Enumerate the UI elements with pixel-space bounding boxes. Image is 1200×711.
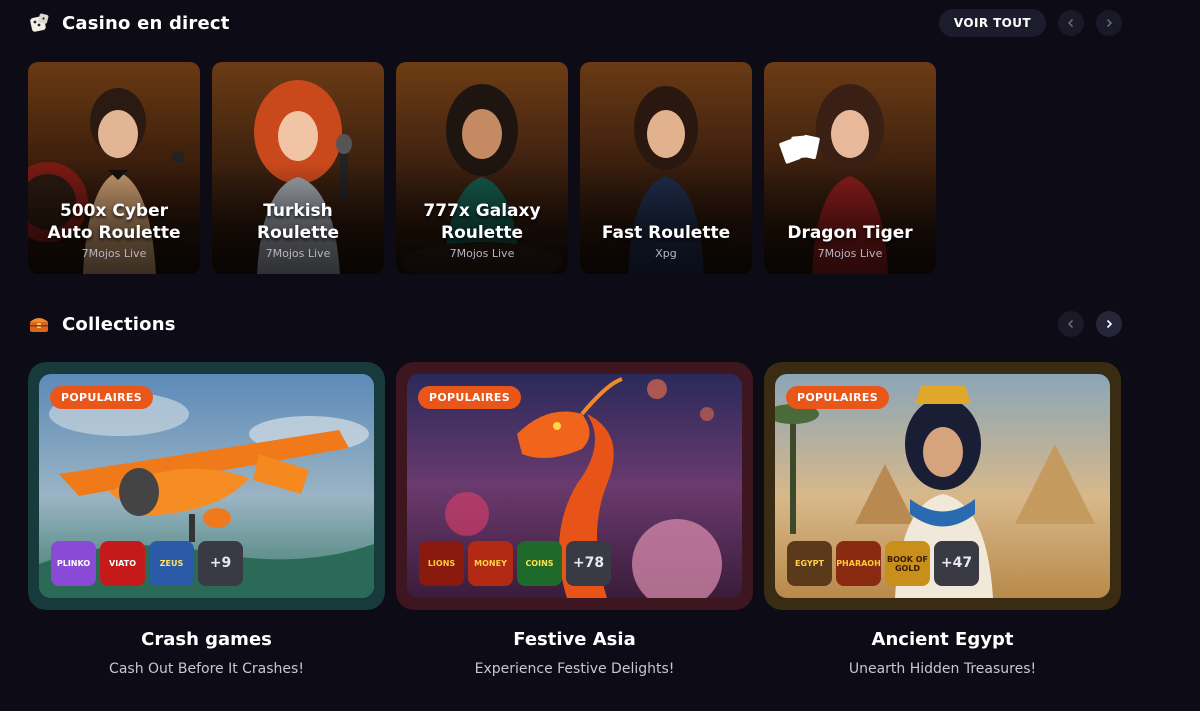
more-count[interactable]: +78 <box>566 541 611 586</box>
collection-subtitle: Cash Out Before It Crashes! <box>109 661 304 677</box>
game-name: Fast Roulette <box>601 223 731 243</box>
game-thumb[interactable]: PHARAOH <box>836 541 881 586</box>
chevron-left-icon <box>1067 319 1074 329</box>
game-name: Roulette <box>440 223 523 243</box>
popular-badge: POPULAIRES <box>50 386 153 409</box>
collection-thumbs: LIONS MONEY COINS +78 <box>419 541 611 586</box>
live-game-card[interactable]: Turkish Roulette 7Mojos Live <box>212 62 384 274</box>
live-game-card[interactable]: Dragon Tiger 7Mojos Live <box>764 62 936 274</box>
more-count[interactable]: +47 <box>934 541 979 586</box>
collection-subtitle: Experience Festive Delights! <box>474 661 675 677</box>
section-title: Casino en direct <box>62 12 230 34</box>
treasure-chest-icon <box>28 313 50 335</box>
collection-title: Festive Asia <box>513 629 636 650</box>
game-provider: 7Mojos Live <box>817 247 883 260</box>
live-game-card[interactable]: Fast Roulette Xpg <box>580 62 752 274</box>
live-game-card[interactable]: 500x Cyber Auto Roulette 7Mojos Live <box>28 62 200 274</box>
game-thumb[interactable]: PLINKO <box>51 541 96 586</box>
section-title: Collections <box>62 313 176 335</box>
chevron-right-icon <box>1106 319 1113 329</box>
more-count[interactable]: +9 <box>198 541 243 586</box>
game-name: Auto Roulette <box>47 223 181 243</box>
chevron-left-icon <box>1067 18 1074 28</box>
game-name: Turkish <box>263 201 333 221</box>
game-thumb[interactable]: ZEUS <box>149 541 194 586</box>
game-name: 500x Cyber <box>59 201 168 221</box>
prev-button[interactable] <box>1058 10 1084 36</box>
game-thumb[interactable]: BOOK OF GOLD <box>885 541 930 586</box>
collection-card[interactable]: POPULAIRES EGYPT PHARAOH BOOK OF GOLD +4… <box>764 362 1121 677</box>
collection-card[interactable]: POPULAIRES PLINKO VIATO ZEUS +9 Crash ga… <box>28 362 385 677</box>
collection-frame: POPULAIRES LIONS MONEY COINS +78 <box>396 362 753 610</box>
live-game-card[interactable]: 777x Galaxy Roulette 7Mojos Live <box>396 62 568 274</box>
game-provider: 7Mojos Live <box>449 247 515 260</box>
popular-badge: POPULAIRES <box>418 386 521 409</box>
collection-title: Crash games <box>141 629 272 650</box>
game-provider: 7Mojos Live <box>81 247 147 260</box>
collections-header: Collections <box>28 310 1122 338</box>
game-provider: 7Mojos Live <box>265 247 331 260</box>
game-thumb[interactable]: COINS <box>517 541 562 586</box>
collection-card[interactable]: POPULAIRES LIONS MONEY COINS +78 Festive… <box>396 362 753 677</box>
collections-row: POPULAIRES PLINKO VIATO ZEUS +9 Crash ga… <box>28 362 1121 677</box>
game-provider: Xpg <box>655 247 677 260</box>
game-name: Dragon Tiger <box>787 223 913 243</box>
collection-frame: POPULAIRES PLINKO VIATO ZEUS +9 <box>28 362 385 610</box>
popular-badge: POPULAIRES <box>786 386 889 409</box>
game-thumb[interactable]: VIATO <box>100 541 145 586</box>
collection-subtitle: Unearth Hidden Treasures! <box>848 661 1037 677</box>
game-thumb[interactable]: LIONS <box>419 541 464 586</box>
collection-title: Ancient Egypt <box>871 629 1014 650</box>
game-thumb[interactable]: EGYPT <box>787 541 832 586</box>
next-button[interactable] <box>1096 311 1122 337</box>
collection-thumbs: EGYPT PHARAOH BOOK OF GOLD +47 <box>787 541 979 586</box>
game-name: 777x Galaxy <box>423 201 541 221</box>
dice-icon <box>28 12 50 34</box>
game-name: Roulette <box>256 223 339 243</box>
collection-frame: POPULAIRES EGYPT PHARAOH BOOK OF GOLD +4… <box>764 362 1121 610</box>
game-thumb[interactable]: MONEY <box>468 541 513 586</box>
live-casino-header: Casino en direct VOIR TOUT <box>28 9 1122 37</box>
live-games-row: 500x Cyber Auto Roulette 7Mojos Live Tur… <box>28 62 936 274</box>
voir-tout-button[interactable]: VOIR TOUT <box>938 9 1046 37</box>
collection-thumbs: PLINKO VIATO ZEUS +9 <box>51 541 243 586</box>
prev-button[interactable] <box>1058 311 1084 337</box>
next-button[interactable] <box>1096 10 1122 36</box>
chevron-right-icon <box>1106 18 1113 28</box>
